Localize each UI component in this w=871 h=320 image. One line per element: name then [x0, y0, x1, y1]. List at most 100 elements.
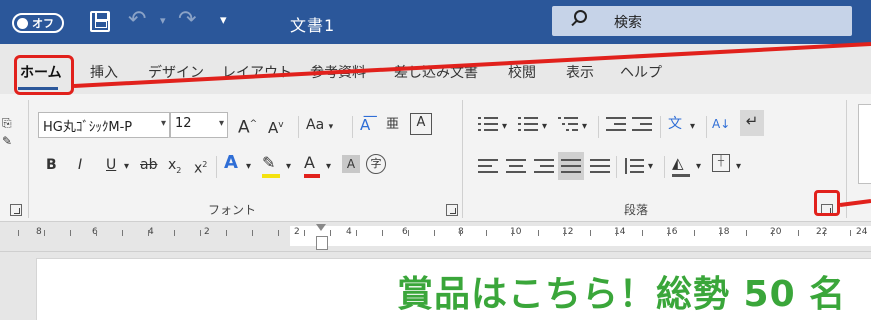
sort-button[interactable]: A↓ — [712, 113, 730, 135]
shading-icon[interactable]: ◭ — [672, 152, 690, 177]
character-border-button[interactable]: A — [410, 113, 432, 135]
text-effects-label: A — [224, 152, 238, 173]
clear-formatting-icon[interactable]: A͞ — [360, 114, 370, 136]
bold-button[interactable]: B — [46, 154, 57, 176]
save-icon[interactable] — [90, 11, 110, 32]
search-input[interactable]: 検索 — [614, 12, 642, 32]
tab-view[interactable]: 表示 — [566, 62, 594, 82]
superscript-button[interactable]: x2 — [194, 154, 207, 180]
clipboard-launcher-icon[interactable] — [10, 204, 22, 216]
autosave-toggle[interactable]: オフ — [12, 13, 64, 33]
search-icon — [574, 10, 587, 23]
home-tab-callout-box — [14, 55, 74, 95]
copy-icon[interactable]: ⎘ — [2, 114, 12, 132]
font-name-combobox[interactable]: HG丸ｺﾞｼｯｸM-P ▾ — [38, 112, 170, 138]
sort-label: A↓ — [712, 117, 731, 131]
chevron-down-icon[interactable]: ▾ — [542, 116, 547, 138]
chevron-down-icon[interactable]: ▾ — [690, 116, 695, 138]
tab-design[interactable]: デザイン — [148, 62, 204, 82]
font-color-button[interactable]: A — [304, 152, 320, 178]
italic-button[interactable]: I — [78, 154, 82, 176]
ruler-number: 6 — [402, 227, 408, 237]
undo-icon[interactable]: ↶ — [128, 7, 146, 32]
underline-label: U — [106, 157, 117, 173]
enclose-characters-button[interactable]: 字 — [366, 154, 386, 174]
phonetic-guide-button[interactable]: 亜 — [386, 114, 399, 136]
chevron-down-icon[interactable]: ▾ — [326, 156, 331, 178]
tab-mailings[interactable]: 差し込み文書 — [394, 62, 478, 82]
ruler-tick — [96, 230, 97, 236]
ruler-tick — [18, 230, 19, 236]
document-title: 文書1 — [290, 16, 336, 35]
shrink-font-button[interactable]: Av — [268, 114, 284, 139]
align-center-icon[interactable] — [506, 158, 526, 174]
chevron-down-icon: ▾ — [328, 122, 334, 132]
horizontal-ruler[interactable]: 8 6 4 2 2 4 6 8 10 12 14 16 18 20 22 24 — [0, 222, 871, 252]
show-formatting-marks-icon[interactable]: ↵ — [740, 110, 764, 136]
paragraph-launcher-callout-box — [814, 190, 840, 216]
bold-label: B — [46, 157, 57, 173]
phonetic-guide-label: 亜 — [386, 117, 400, 132]
ruler-tick — [694, 230, 695, 236]
bullets-icon[interactable] — [478, 116, 498, 132]
tab-references[interactable]: 参考資料 — [310, 62, 366, 82]
title-bar: オフ ↶ ▾ ↷ ▾ 文書1 検索 — [0, 0, 871, 44]
borders-icon[interactable]: ┼ — [712, 154, 730, 172]
grow-font-label: A — [238, 117, 250, 138]
document-page[interactable]: 賞品はこちら！総勢 50 名 — [36, 258, 871, 320]
styles-gallery-partial[interactable] — [858, 104, 871, 184]
ruler-tick — [772, 230, 773, 236]
ribbon: ⎘ ✎ HG丸ｺﾞｼｯｸM-P ▾ 12 ▾ A^ Av Aa ▾ A͞ 亜 A… — [0, 94, 871, 222]
tab-insert[interactable]: 挿入 — [90, 62, 118, 82]
chevron-down-icon[interactable]: ▾ — [502, 116, 507, 138]
multilevel-list-icon[interactable] — [558, 116, 578, 132]
numbering-icon[interactable] — [518, 116, 538, 132]
shrink-font-label: A — [268, 119, 279, 137]
font-group-label: フォント — [208, 203, 257, 217]
grow-font-button[interactable]: A^ — [238, 113, 257, 139]
font-size-combobox[interactable]: 12 ▾ — [170, 112, 228, 138]
tab-layout[interactable]: レイアウト — [222, 62, 292, 82]
strikethrough-button[interactable]: ab — [140, 154, 157, 176]
ruler-tick — [668, 230, 669, 236]
underline-button[interactable]: U — [106, 154, 116, 176]
undo-dropdown-icon[interactable]: ▾ — [160, 14, 166, 27]
tab-review[interactable]: 校閲 — [508, 62, 536, 82]
font-color-swatch — [304, 174, 320, 178]
chevron-down-icon[interactable]: ▾ — [246, 156, 251, 178]
chevron-down-icon[interactable]: ▾ — [648, 156, 653, 178]
tab-help[interactable]: ヘルプ — [620, 62, 662, 82]
chevron-down-icon[interactable]: ▾ — [124, 156, 129, 178]
format-painter-icon[interactable]: ✎ — [2, 132, 12, 150]
align-left-icon[interactable] — [478, 158, 498, 174]
justify-button[interactable] — [558, 152, 584, 180]
caret-up-icon: ^ — [249, 119, 258, 129]
increase-indent-icon[interactable] — [632, 116, 652, 132]
ruler-text-area — [290, 226, 871, 246]
asian-layout-icon[interactable]: 文 — [668, 113, 682, 135]
chevron-down-icon[interactable]: ▾ — [736, 156, 741, 178]
indent-marker-icon[interactable] — [315, 224, 328, 250]
decrease-indent-icon[interactable] — [606, 116, 626, 132]
group-separator — [846, 100, 847, 218]
customize-quick-access-icon[interactable]: ▾ — [220, 13, 227, 28]
search-box[interactable]: 検索 — [552, 6, 852, 36]
redo-icon[interactable]: ↷ — [178, 7, 196, 32]
text-effects-button[interactable]: A — [224, 152, 238, 174]
justify-icon — [561, 158, 581, 174]
font-dialog-launcher-icon[interactable] — [446, 204, 458, 216]
line-spacing-icon[interactable] — [624, 158, 644, 174]
character-shading-button[interactable]: A — [342, 155, 360, 173]
highlight-swatch — [262, 174, 280, 178]
chevron-down-icon[interactable]: ▾ — [696, 156, 701, 178]
distributed-icon[interactable] — [590, 158, 610, 174]
chevron-down-icon[interactable]: ▾ — [582, 116, 587, 138]
chevron-down-icon[interactable]: ▾ — [286, 156, 291, 178]
ruler-tick — [512, 230, 513, 236]
ruler-tick — [70, 230, 71, 236]
change-case-button[interactable]: Aa ▾ — [306, 114, 333, 138]
highlight-color-icon[interactable]: ✎ — [262, 152, 280, 178]
divider — [598, 116, 599, 138]
align-right-icon[interactable] — [534, 158, 554, 174]
subscript-button[interactable]: x2 — [168, 154, 181, 182]
